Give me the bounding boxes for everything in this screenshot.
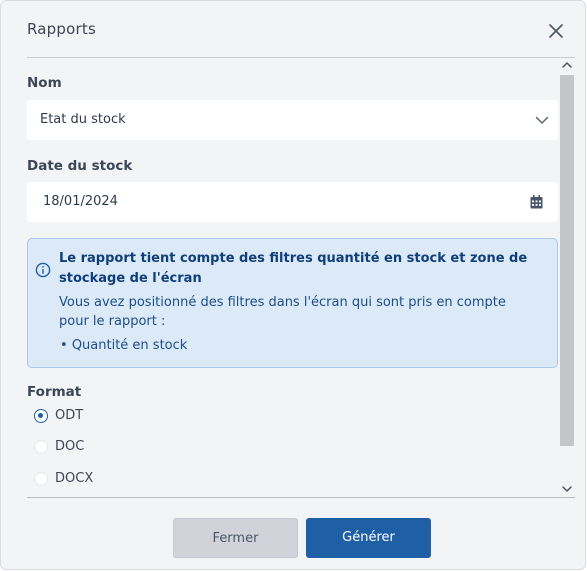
- close-dialog-button[interactable]: Fermer: [173, 518, 298, 558]
- dialog-content: Nom Etat du stock Date du stock 18/01/20…: [1, 58, 587, 497]
- scroll-down-arrow-icon[interactable]: [562, 485, 572, 493]
- date-input[interactable]: 18/01/2024: [27, 182, 558, 222]
- bullet-text: Quantité en stock: [71, 338, 188, 353]
- date-label: Date du stock: [27, 158, 133, 174]
- nom-select[interactable]: Etat du stock: [27, 100, 558, 140]
- radio-unchecked-icon: [34, 440, 48, 454]
- bullet-dot: •: [60, 338, 68, 353]
- reports-dialog: Rapports Nom Etat du stock Date du stock…: [0, 0, 586, 570]
- radio-checked-icon: [34, 409, 48, 423]
- format-label: Format: [27, 384, 82, 400]
- vertical-scrollbar[interactable]: [558, 58, 576, 497]
- info-icon: [35, 262, 51, 278]
- format-option-label: DOC: [55, 439, 85, 454]
- nom-label: Nom: [27, 75, 62, 91]
- calendar-icon[interactable]: [530, 195, 543, 209]
- footer-divider: [27, 497, 575, 498]
- close-icon: [549, 24, 563, 38]
- info-message: Le rapport tient compte des filtres quan…: [27, 238, 558, 368]
- radio-unchecked-icon: [34, 472, 48, 486]
- date-input-value: 18/01/2024: [43, 194, 118, 209]
- generate-button[interactable]: Générer: [306, 518, 431, 558]
- format-option-label: DOCX: [55, 471, 94, 486]
- nom-select-value: Etat du stock: [40, 112, 126, 127]
- dialog-title: Rapports: [27, 20, 96, 38]
- info-text: Vous avez positionné des filtres dans l'…: [59, 295, 506, 329]
- info-bullet-item: • Quantité en stock: [60, 338, 187, 353]
- scroll-up-arrow-icon[interactable]: [562, 61, 572, 69]
- format-option-label: ODT: [55, 408, 84, 423]
- scrollbar-thumb[interactable]: [560, 75, 574, 446]
- chevron-down-icon: [535, 116, 549, 124]
- close-button[interactable]: [546, 21, 566, 41]
- info-title: Le rapport tient compte des filtres quan…: [59, 251, 528, 286]
